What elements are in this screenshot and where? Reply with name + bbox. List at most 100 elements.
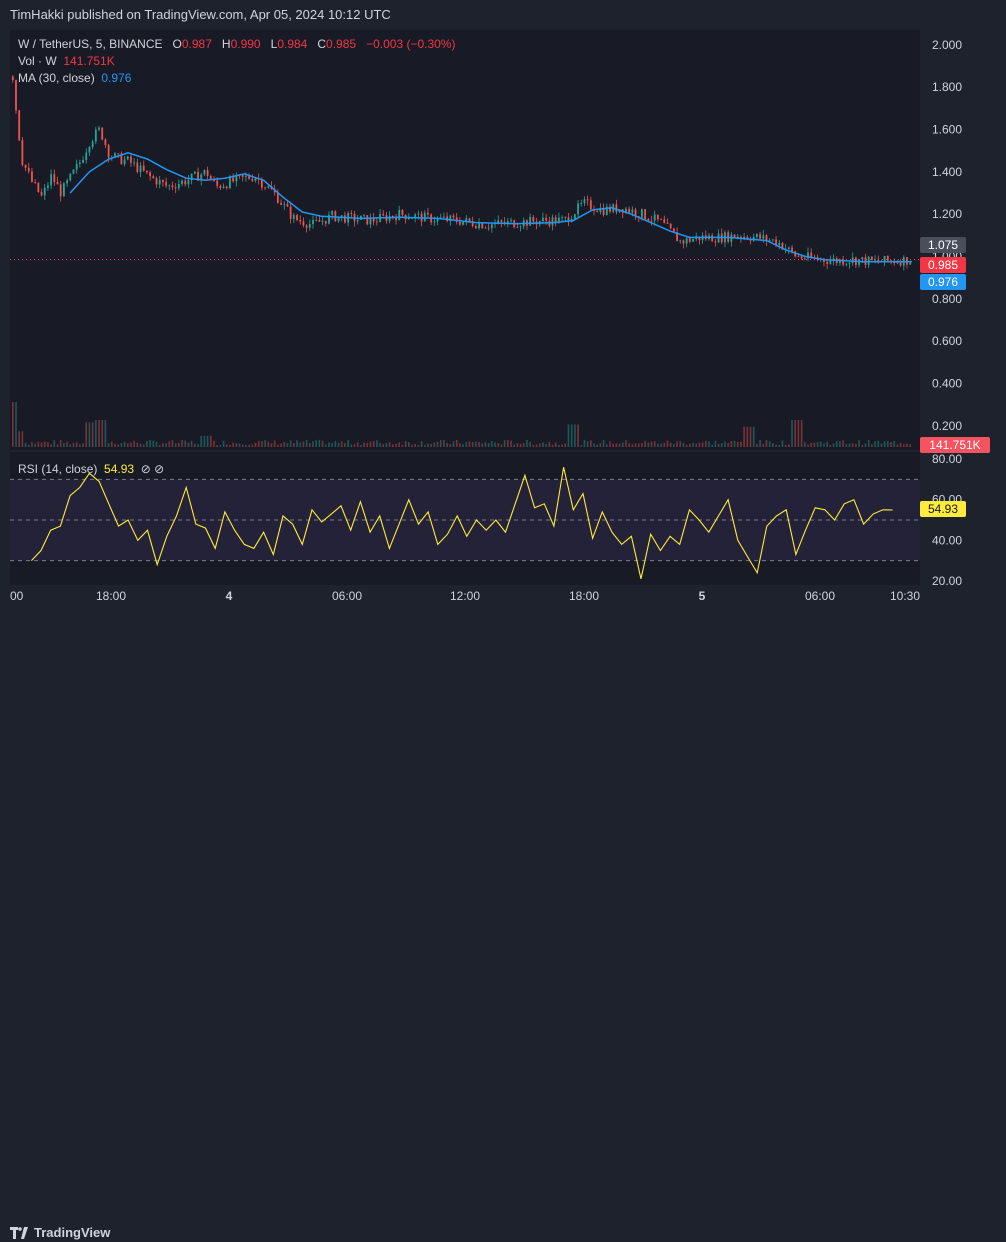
- volume-value: 141.751K: [63, 54, 115, 68]
- volume-bar: [31, 442, 33, 447]
- candle-body: [158, 180, 161, 185]
- time-axis-canvas: 00 18:00 4 06:00 12:00 18:00 5 06:00 10:30: [10, 589, 920, 603]
- volume-bar: [634, 443, 637, 447]
- volume-bar: [874, 441, 876, 447]
- volume-bar: [222, 440, 225, 447]
- ma-label[interactable]: MA (30, close): [18, 71, 95, 85]
- volume-bar: [289, 440, 292, 447]
- candle-body: [40, 192, 43, 196]
- volume-bar: [27, 444, 30, 447]
- volume-bar: [669, 442, 672, 447]
- candle-body: [315, 220, 318, 221]
- candle-body: [510, 220, 512, 222]
- volume-bar: [254, 442, 257, 447]
- candle-body: [283, 203, 286, 205]
- candle-body: [663, 219, 666, 223]
- volume-bar: [692, 442, 694, 447]
- volume-bar: [261, 441, 263, 447]
- candle-body: [27, 167, 30, 172]
- rsi-label[interactable]: RSI (14, close): [18, 462, 97, 476]
- volume-bar: [63, 442, 65, 447]
- rsi-value: 54.93: [104, 462, 135, 476]
- volume-bar: [497, 443, 500, 447]
- candle-body: [331, 211, 334, 215]
- candle-body: [34, 181, 37, 183]
- candle-body: [583, 199, 586, 204]
- candle-body: [126, 156, 129, 160]
- candle-body: [487, 227, 490, 229]
- candle-body: [401, 210, 404, 215]
- volume-bar: [430, 443, 432, 447]
- volume-bar: [366, 443, 369, 447]
- volume-bar: [615, 443, 618, 447]
- volume-bar: [842, 440, 844, 447]
- volume-bar: [107, 443, 110, 447]
- volume-bar: [210, 435, 212, 447]
- candle-body: [899, 262, 902, 266]
- volume-bar: [270, 443, 273, 447]
- volume-bar: [845, 444, 848, 447]
- candle-body: [666, 222, 669, 224]
- chart-canvas[interactable]: [10, 30, 920, 585]
- volume-bar: [778, 445, 781, 447]
- volume-bar: [637, 443, 640, 447]
- volume-bar: [807, 444, 809, 447]
- open-label: O: [172, 37, 182, 51]
- volume-bar: [823, 443, 825, 447]
- volume-bar: [219, 445, 222, 447]
- volume-bar: [526, 439, 528, 447]
- candle-body: [94, 129, 97, 142]
- volume-bar: [117, 444, 119, 447]
- candle-body: [682, 240, 685, 244]
- open-value: 0.987: [181, 37, 212, 51]
- tradingview-brand[interactable]: TradingView: [10, 1225, 110, 1240]
- volume-bar: [184, 440, 187, 447]
- price-tick-label: 0.600: [932, 334, 962, 348]
- candle-body: [452, 215, 455, 218]
- volume-bar: [257, 441, 260, 447]
- volume-bar: [752, 426, 755, 447]
- volume-bar: [158, 445, 161, 447]
- volume-bar: [794, 420, 797, 447]
- rsi-legend: RSI (14, close) 54.93 ⊘ ⊘: [18, 462, 164, 476]
- rsi-visibility-icons[interactable]: ⊘ ⊘: [141, 462, 164, 476]
- candle-body: [78, 162, 81, 164]
- volume-bar: [516, 443, 519, 447]
- volume-bar: [462, 444, 464, 447]
- volume-bar: [98, 420, 100, 447]
- candle-body: [136, 162, 139, 172]
- volume-bar: [66, 441, 68, 447]
- volume-bar: [717, 443, 720, 447]
- volume-bar: [350, 444, 353, 447]
- volume-bar: [743, 426, 745, 447]
- candle-body: [886, 255, 889, 261]
- volume-bar: [720, 443, 723, 447]
- candle-body: [101, 127, 104, 140]
- time-axis[interactable]: 00 18:00 4 06:00 12:00 18:00 5 06:00 10:30: [0, 585, 1006, 607]
- candle-body: [848, 262, 851, 264]
- volume-bar: [695, 443, 698, 447]
- volume-bar: [146, 441, 148, 447]
- symbol-label[interactable]: W / TetherUS, 5, BINANCE: [18, 37, 163, 51]
- volume-bar: [111, 441, 113, 447]
- rsi-tick-label: 80.00: [932, 452, 962, 466]
- candle-body: [286, 203, 289, 207]
- chart-area[interactable]: [10, 30, 920, 585]
- volume-bar: [15, 402, 17, 447]
- candle-body: [458, 221, 461, 225]
- volume-bar: [768, 441, 771, 447]
- volume-bar: [181, 439, 183, 447]
- volume-tag: 141.751K: [920, 437, 990, 453]
- volume-bar: [625, 440, 627, 447]
- candle-body: [296, 215, 298, 220]
- time-tick-label: 12:00: [450, 589, 480, 603]
- candle-body: [366, 215, 369, 225]
- volume-bar: [816, 442, 819, 447]
- candle-body: [299, 219, 302, 222]
- candle-body: [82, 160, 84, 163]
- volume-bar: [174, 443, 177, 447]
- volume-label[interactable]: Vol · W: [18, 54, 57, 68]
- volume-bar: [356, 442, 359, 447]
- candle-body: [139, 165, 142, 172]
- candle-body: [644, 209, 647, 219]
